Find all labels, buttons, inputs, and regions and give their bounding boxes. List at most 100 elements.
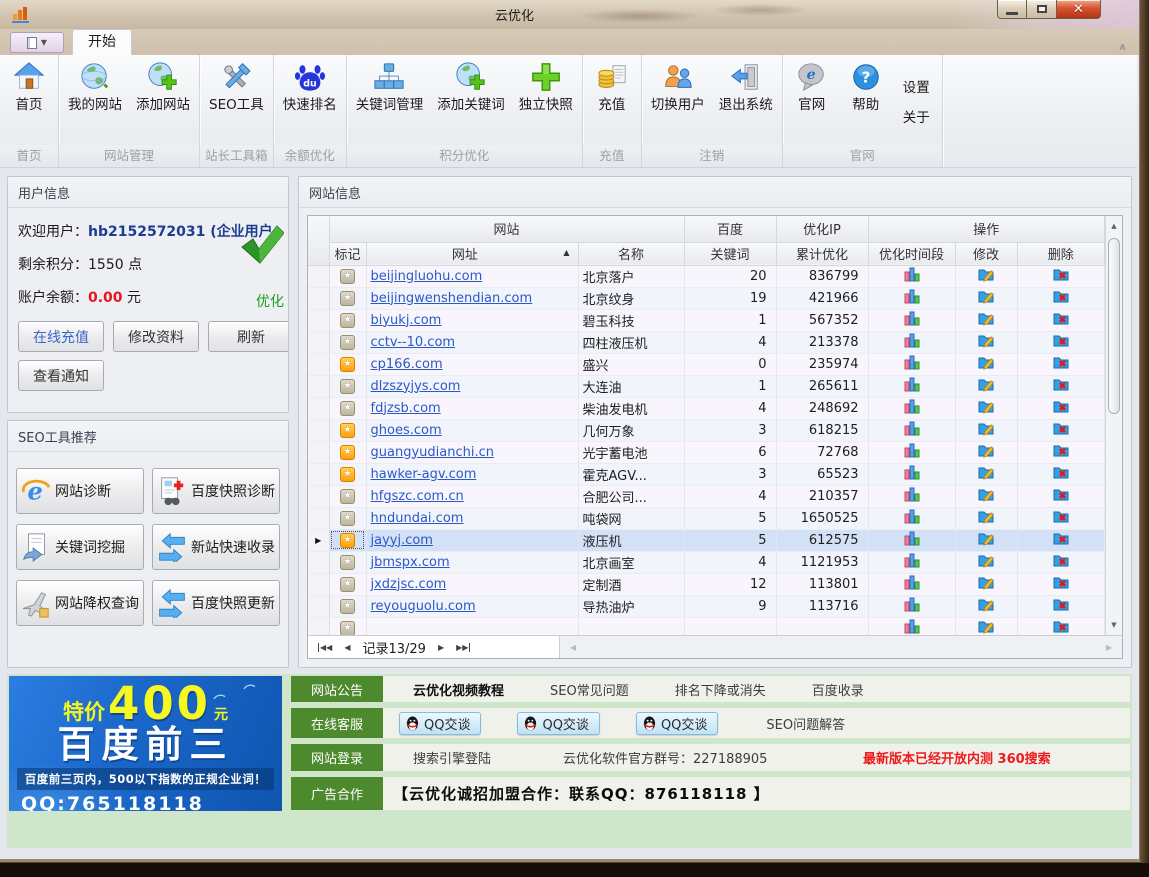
qq-chat-button[interactable]: QQ交谈 <box>517 712 599 735</box>
period-button-cell[interactable] <box>868 573 955 595</box>
edit-button-cell[interactable] <box>955 485 1017 507</box>
star-icon[interactable]: ★ <box>340 335 355 350</box>
period-button-cell[interactable] <box>868 463 955 485</box>
star-cell[interactable]: ★ <box>329 353 366 375</box>
ribbon-button-baidu[interactable]: du快速排名 <box>276 56 344 145</box>
edit-profile-button[interactable]: 修改资料 <box>113 321 199 352</box>
seo-tool-button[interactable]: e网站诊断 <box>16 468 144 514</box>
column-header-url[interactable]: ▲网址 <box>366 242 578 265</box>
site-row[interactable]: ★ <box>308 617 1105 635</box>
period-button-cell[interactable] <box>868 397 955 419</box>
edit-button-cell[interactable] <box>955 617 1017 635</box>
period-button-cell[interactable] <box>868 375 955 397</box>
edit-button-cell[interactable] <box>955 573 1017 595</box>
site-row[interactable]: ★hawker-agv.com霍克AGV...365523 <box>308 463 1105 485</box>
star-icon[interactable]: ★ <box>340 489 355 504</box>
edit-button-cell[interactable] <box>955 463 1017 485</box>
star-icon[interactable]: ★ <box>340 599 355 614</box>
star-icon[interactable]: ★ <box>340 357 355 372</box>
star-cell[interactable]: ★ <box>329 419 366 441</box>
qq-chat-button[interactable]: QQ交谈 <box>399 712 481 735</box>
site-row[interactable]: ★ghoes.com几何万象3618215 <box>308 419 1105 441</box>
seo-tool-button[interactable]: 新站快速收录 <box>152 524 280 570</box>
edit-button-cell[interactable] <box>955 353 1017 375</box>
ribbon-button-exit[interactable]: 退出系统 <box>712 56 780 145</box>
star-icon[interactable]: ★ <box>340 467 355 482</box>
group-header-site[interactable]: 网站 <box>329 216 684 242</box>
star-icon[interactable]: ★ <box>340 313 355 328</box>
star-cell[interactable]: ★ <box>329 529 366 551</box>
delete-button-cell[interactable] <box>1017 573 1104 595</box>
star-cell[interactable]: ★ <box>329 485 366 507</box>
star-icon[interactable]: ★ <box>340 555 355 570</box>
qq-chat-button[interactable]: QQ交谈 <box>636 712 718 735</box>
scrollbar-thumb[interactable] <box>1108 238 1120 414</box>
site-url-link[interactable]: dlzszyjys.com <box>371 379 461 394</box>
site-row[interactable]: ★reyouguolu.com导热油炉9113716 <box>308 595 1105 617</box>
star-cell[interactable]: ★ <box>329 441 366 463</box>
period-button-cell[interactable] <box>868 419 955 441</box>
delete-button-cell[interactable] <box>1017 265 1104 287</box>
site-row[interactable]: ★cp166.com盛兴0235974 <box>308 353 1105 375</box>
site-url-link[interactable]: hndundai.com <box>371 511 464 526</box>
site-url-link[interactable]: reyouguolu.com <box>371 599 476 614</box>
delete-button-cell[interactable] <box>1017 397 1104 419</box>
edit-button-cell[interactable] <box>955 265 1017 287</box>
star-cell[interactable]: ★ <box>329 507 366 529</box>
bulletin-link[interactable]: 排名下降或消失 <box>675 680 766 699</box>
online-recharge-button[interactable]: 在线充值 <box>18 321 104 352</box>
ribbon-button-tools[interactable]: SEO工具 <box>202 56 271 145</box>
period-button-cell[interactable] <box>868 309 955 331</box>
prev-record-icon[interactable]: ◀ <box>344 643 350 652</box>
site-row[interactable]: ★hfgszc.com.cn合肥公司...4210357 <box>308 485 1105 507</box>
column-header-edit[interactable]: 修改 <box>955 242 1017 265</box>
star-cell[interactable]: ★ <box>329 331 366 353</box>
column-header-name[interactable]: 名称 <box>578 242 684 265</box>
star-icon[interactable]: ★ <box>340 291 355 306</box>
maximize-button[interactable] <box>1027 0 1056 19</box>
site-url-link[interactable]: cctv--10.com <box>371 335 456 350</box>
seo-tool-button[interactable]: 网站降权查询 <box>16 580 144 626</box>
period-button-cell[interactable] <box>868 265 955 287</box>
delete-button-cell[interactable] <box>1017 375 1104 397</box>
bulletin-link[interactable]: SEO常见问题 <box>550 680 629 699</box>
seo-tool-button[interactable]: 百度快照诊断 <box>152 468 280 514</box>
site-row[interactable]: ★beijingwenshendian.com北京纹身19421966 <box>308 287 1105 309</box>
period-button-cell[interactable] <box>868 595 955 617</box>
edit-button-cell[interactable] <box>955 309 1017 331</box>
site-row[interactable]: ★hndundai.com吨袋网51650525 <box>308 507 1105 529</box>
site-url-link[interactable]: beijingluohu.com <box>371 269 483 284</box>
star-icon[interactable]: ★ <box>340 577 355 592</box>
site-row[interactable]: ▶★jayyj.com液压机5612575 <box>308 529 1105 551</box>
ribbon-button-ie-bubble[interactable]: e官网 <box>785 56 839 145</box>
delete-button-cell[interactable] <box>1017 529 1104 551</box>
close-button[interactable]: ✕ <box>1056 0 1101 19</box>
delete-button-cell[interactable] <box>1017 463 1104 485</box>
period-button-cell[interactable] <box>868 485 955 507</box>
site-url-link[interactable]: fdjzsb.com <box>371 401 441 416</box>
delete-button-cell[interactable] <box>1017 551 1104 573</box>
ribbon-small-button[interactable]: 关于 <box>903 106 930 126</box>
edit-button-cell[interactable] <box>955 287 1017 309</box>
vertical-scrollbar[interactable]: ▲ ▼ <box>1105 216 1122 635</box>
delete-button-cell[interactable] <box>1017 331 1104 353</box>
star-cell[interactable]: ★ <box>329 573 366 595</box>
delete-button-cell[interactable] <box>1017 287 1104 309</box>
group-header-ops[interactable]: 操作 <box>868 216 1104 242</box>
star-cell[interactable]: ★ <box>329 463 366 485</box>
ribbon-button-plus[interactable]: 独立快照 <box>512 56 580 145</box>
site-url-link[interactable]: jbmspx.com <box>371 555 450 570</box>
period-button-cell[interactable] <box>868 617 955 635</box>
site-url-link[interactable]: beijingwenshendian.com <box>371 291 533 306</box>
next-record-icon[interactable]: ▶ <box>438 643 444 652</box>
group-header-ip[interactable]: 优化IP <box>776 216 868 242</box>
column-header-keywords[interactable]: 关键词 <box>684 242 776 265</box>
ribbon-button-globe-add[interactable]: 添加网站 <box>129 56 197 145</box>
site-row[interactable]: ★jxdzjsc.com定制酒12113801 <box>308 573 1105 595</box>
ribbon-small-button[interactable]: 设置 <box>903 76 930 96</box>
scroll-up-icon[interactable]: ▲ <box>1106 218 1122 234</box>
site-url-link[interactable]: hawker-agv.com <box>371 467 477 482</box>
edit-button-cell[interactable] <box>955 529 1017 551</box>
ribbon-button-globe-add[interactable]: 添加关键词 <box>430 56 512 145</box>
ribbon-button-coins[interactable]: 充值 <box>585 56 639 145</box>
